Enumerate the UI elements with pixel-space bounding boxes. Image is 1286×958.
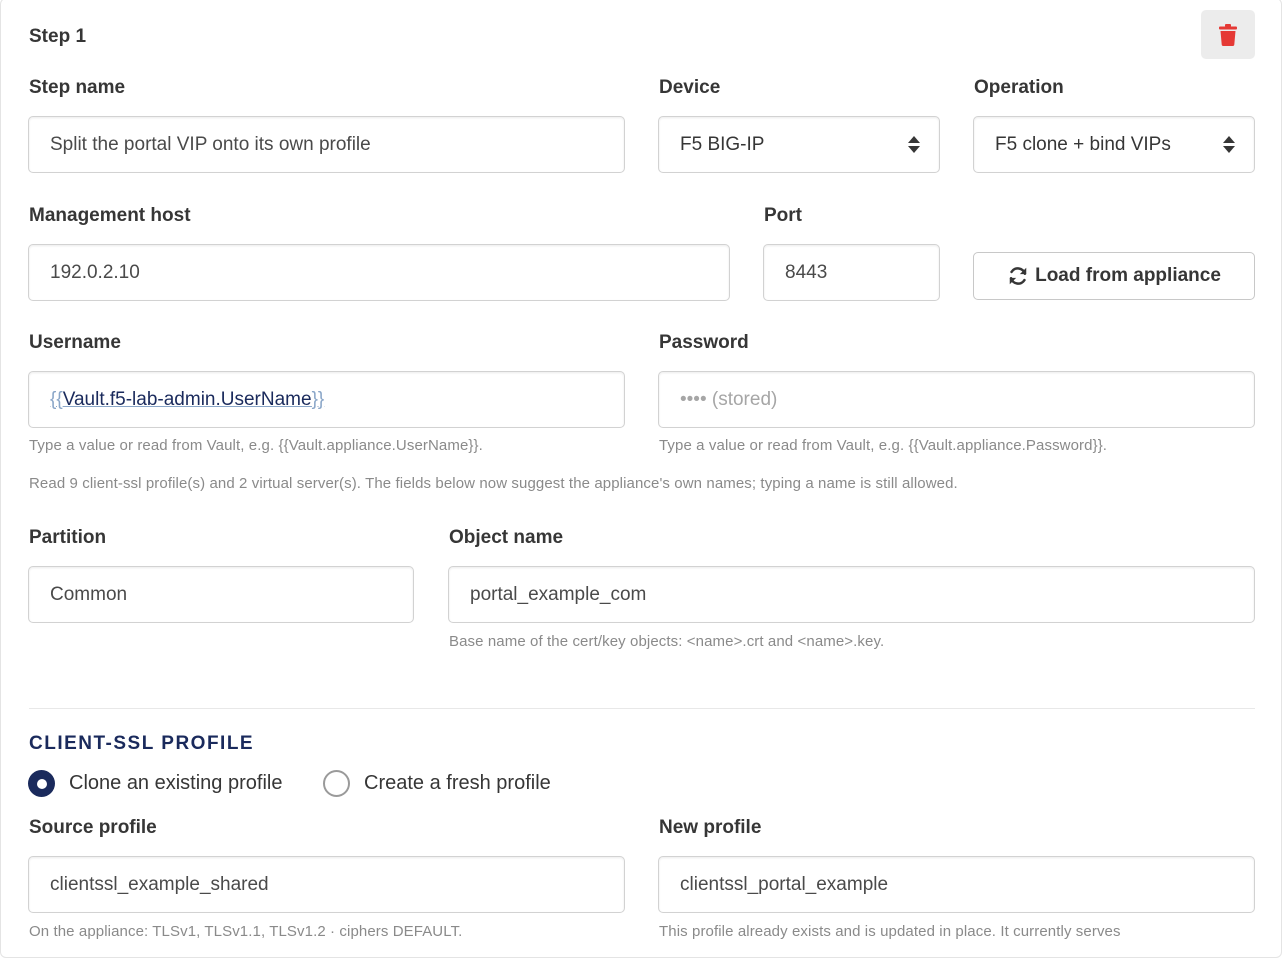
load-button-label: Load from appliance	[1035, 265, 1221, 286]
radio-selected-icon	[28, 770, 55, 797]
radio-fresh-label: Create a fresh profile	[364, 772, 551, 794]
new-profile-input[interactable]: clientssl_portal_example	[658, 856, 1255, 913]
management-host-input[interactable]: 192.0.2.10	[28, 244, 730, 301]
section-divider	[29, 708, 1255, 709]
object-name-value: portal_example_com	[470, 583, 647, 605]
select-arrows-icon	[908, 136, 920, 153]
step-name-label: Step name	[29, 77, 126, 98]
partition-input[interactable]: Common	[28, 566, 414, 623]
operation-label: Operation	[974, 77, 1064, 98]
password-input[interactable]: •••• (stored)	[658, 371, 1255, 428]
password-placeholder: •••• (stored)	[680, 388, 778, 410]
device-value: F5 BIG-IP	[680, 133, 765, 155]
object-name-input[interactable]: portal_example_com	[448, 566, 1255, 623]
new-profile-help: This profile already exists and is updat…	[659, 923, 1121, 940]
partition-value: Common	[50, 583, 128, 605]
device-label: Device	[659, 77, 721, 98]
port-label: Port	[764, 205, 802, 226]
port-input[interactable]: 8443	[763, 244, 940, 301]
radio-unselected-icon	[323, 770, 350, 797]
partition-label: Partition	[29, 527, 107, 548]
step-name-value: Split the portal VIP onto its own profil…	[50, 133, 371, 155]
password-label: Password	[659, 332, 749, 353]
management-host-value: 192.0.2.10	[50, 261, 140, 283]
username-label: Username	[29, 332, 121, 353]
source-profile-input[interactable]: clientssl_example_shared	[28, 856, 625, 913]
select-arrows-icon	[1223, 136, 1235, 153]
radio-clone-option[interactable]: Clone an existing profile	[28, 770, 282, 797]
management-host-label: Management host	[29, 205, 191, 226]
step-name-input[interactable]: Split the portal VIP onto its own profil…	[28, 116, 625, 173]
username-help: Type a value or read from Vault, e.g. {{…	[29, 437, 483, 454]
object-name-label: Object name	[449, 527, 564, 548]
step-title: Step 1	[29, 26, 87, 47]
source-profile-help: On the appliance: TLSv1, TLSv1.1, TLSv1.…	[29, 923, 463, 940]
radio-fresh-option[interactable]: Create a fresh profile	[323, 770, 551, 797]
username-input[interactable]: {{Vault.f5-lab-admin.UserName}}	[28, 371, 625, 428]
read-status-text: Read 9 client-ssl profile(s) and 2 virtu…	[29, 475, 958, 492]
delete-step-button[interactable]	[1201, 10, 1255, 59]
radio-clone-label: Clone an existing profile	[69, 772, 283, 794]
new-profile-value: clientssl_portal_example	[680, 873, 889, 895]
object-name-help: Base name of the cert/key objects: <name…	[449, 633, 885, 650]
source-profile-value: clientssl_example_shared	[50, 873, 269, 895]
password-help: Type a value or read from Vault, e.g. {{…	[659, 437, 1108, 454]
load-from-appliance-button[interactable]: Load from appliance	[973, 252, 1255, 300]
operation-value: F5 clone + bind VIPs	[995, 133, 1171, 155]
port-value: 8443	[785, 261, 828, 283]
operation-select[interactable]: F5 clone + bind VIPs	[973, 116, 1255, 173]
vault-reference: {{Vault.f5-lab-admin.UserName}}	[50, 388, 325, 410]
new-profile-label: New profile	[659, 817, 762, 838]
refresh-icon	[1009, 267, 1027, 285]
source-profile-label: Source profile	[29, 817, 157, 838]
client-ssl-section-title: CLIENT-SSL PROFILE	[29, 733, 255, 754]
device-select[interactable]: F5 BIG-IP	[658, 116, 940, 173]
trash-icon	[1219, 23, 1237, 46]
